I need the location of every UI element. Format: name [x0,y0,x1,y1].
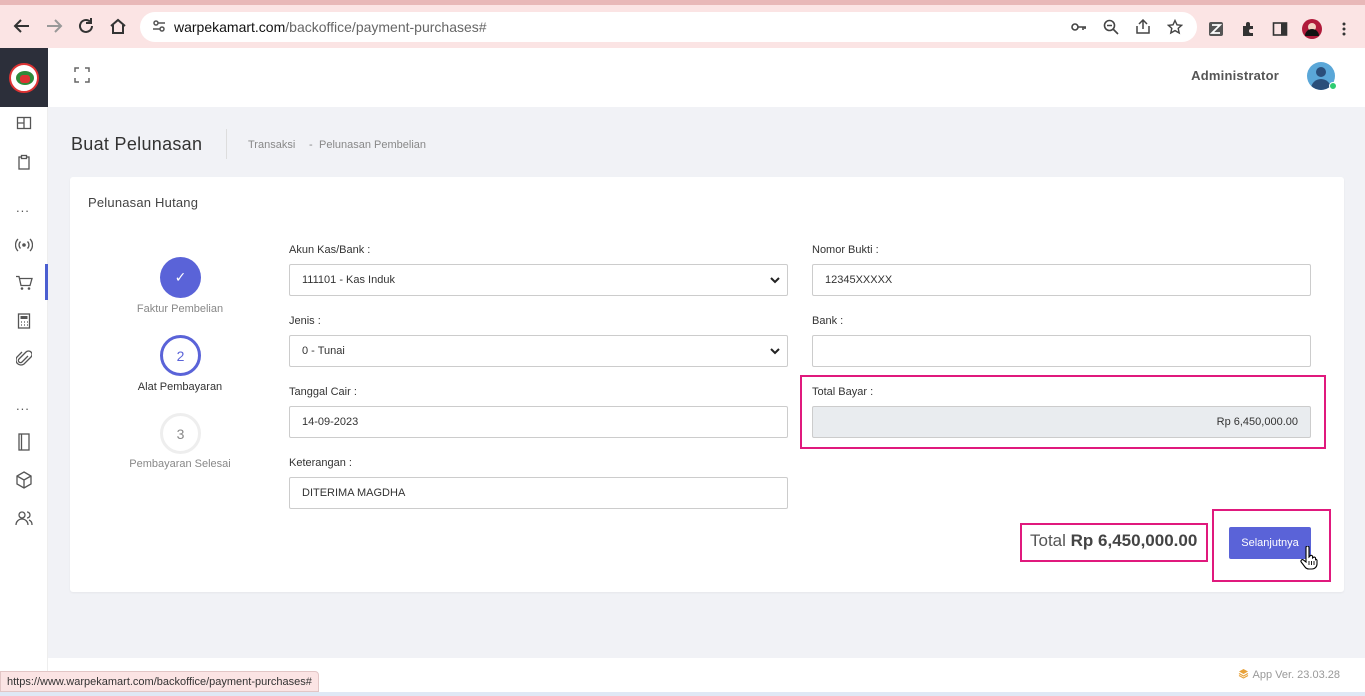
profile-avatar-icon[interactable] [1302,19,1322,39]
user-name[interactable]: Administrator [1191,68,1279,83]
logo-emblem [9,62,39,93]
keterangan-value: DITERIMA MAGDHA [302,487,406,499]
akun-select[interactable]: 111101 - Kas Induk [289,264,788,296]
breadcrumb-separator: - [309,139,313,151]
breadcrumb-transaksi[interactable]: Transaksi [248,139,295,151]
total-label: Total [1030,531,1066,550]
fullscreen-icon[interactable] [74,67,92,85]
bank-label: Bank : [812,315,844,327]
nomor-bukti-input[interactable]: 12345XXXXX [812,264,1311,296]
total-value: Rp 6,450,000.00 [1070,531,1198,550]
cart-icon[interactable] [14,273,34,293]
dashboard-icon[interactable] [14,113,34,133]
browser-toolbar: warpekamart.com/backoffice/payment-purch… [0,0,1365,48]
akun-select-value: 111101 - Kas Induk [302,274,395,286]
app-logo[interactable] [0,48,48,107]
paperclip-icon[interactable] [14,349,34,369]
broadcast-icon[interactable] [14,235,34,255]
step-3-marker: 3 [160,413,201,454]
address-bar[interactable]: warpekamart.com/backoffice/payment-purch… [140,12,1197,42]
bank-input[interactable] [812,335,1311,367]
book-icon[interactable] [14,432,34,452]
url-path: /backoffice/payment-purchases# [285,19,487,35]
layers-icon [1238,668,1249,682]
status-bar-url: https://www.warpekamart.com/backoffice/p… [0,671,319,692]
sidebar-section-dots: ... [16,398,30,413]
tanggal-input[interactable]: 14-09-2023 [289,406,788,438]
page-title: Buat Pelunasan [71,134,203,154]
back-icon[interactable] [11,15,33,37]
zoom-icon[interactable] [1102,18,1120,36]
nomor-bukti-value: 12345XXXXX [825,274,893,286]
chevron-down-icon [769,274,781,286]
url-host: warpekamart.com [174,19,286,35]
site-info-icon[interactable] [152,19,166,38]
step-1-label: Faktur Pembelian [136,303,224,315]
reload-icon[interactable] [75,15,97,37]
url-text: warpekamart.com/backoffice/payment-purch… [174,19,487,35]
card-title: Pelunasan Hutang [88,195,199,210]
sidebar-active-indicator [45,264,48,300]
hand-cursor-icon [1300,545,1318,575]
title-divider [226,129,227,159]
extension-z-icon[interactable] [1206,19,1226,39]
clipboard-icon[interactable] [14,152,34,172]
step-2-label: Alat Pembayaran [137,381,223,393]
sidebar-section-dots: ... [16,200,30,215]
share-icon[interactable] [1134,18,1152,36]
bookmark-star-icon[interactable] [1166,18,1184,36]
jenis-label: Jenis : [289,315,321,327]
sidebar: ... ... [0,48,48,696]
tanggal-label: Tanggal Cair : [289,386,357,398]
calculator-icon[interactable] [14,311,34,331]
users-icon[interactable] [14,508,34,528]
chevron-down-icon [769,345,781,357]
side-panel-icon[interactable] [1270,19,1290,39]
jenis-select-value: 0 - Tunai [302,345,345,357]
app-topbar: Administrator [48,48,1365,107]
bottom-strip [0,692,1365,696]
forward-icon[interactable] [43,15,65,37]
step-2-marker: 2 [160,335,201,376]
extensions-puzzle-icon[interactable] [1238,19,1258,39]
total-bayar-label: Total Bayar : [812,386,874,398]
total-bayar-value: Rp 6,450,000.00 [1216,416,1298,428]
browser-menu-icon[interactable] [1334,19,1354,39]
jenis-select[interactable]: 0 - Tunai [289,335,788,367]
box-icon[interactable] [14,470,34,490]
key-icon[interactable] [1070,18,1088,36]
akun-label: Akun Kas/Bank : [289,244,371,256]
total-bayar-input: Rp 6,450,000.00 [812,406,1311,438]
step-1-check-icon: ✓ [160,257,201,298]
app-version: App Ver. 23.03.28 [1238,668,1340,682]
nomor-bukti-label: Nomor Bukti : [812,244,879,256]
online-status-dot [1329,82,1337,90]
next-button[interactable]: Selanjutnya [1229,527,1311,559]
tanggal-value: 14-09-2023 [302,416,359,428]
keterangan-label: Keterangan : [289,457,352,469]
keterangan-input[interactable]: DITERIMA MAGDHA [289,477,788,509]
app-version-text: App Ver. 23.03.28 [1252,669,1340,681]
home-icon[interactable] [107,15,129,37]
step-3-label: Pembayaran Selesai [129,458,231,470]
total-summary: Total Rp 6,450,000.00 [1030,531,1197,551]
breadcrumb-pelunasan-pembelian: Pelunasan Pembelian [319,139,427,151]
